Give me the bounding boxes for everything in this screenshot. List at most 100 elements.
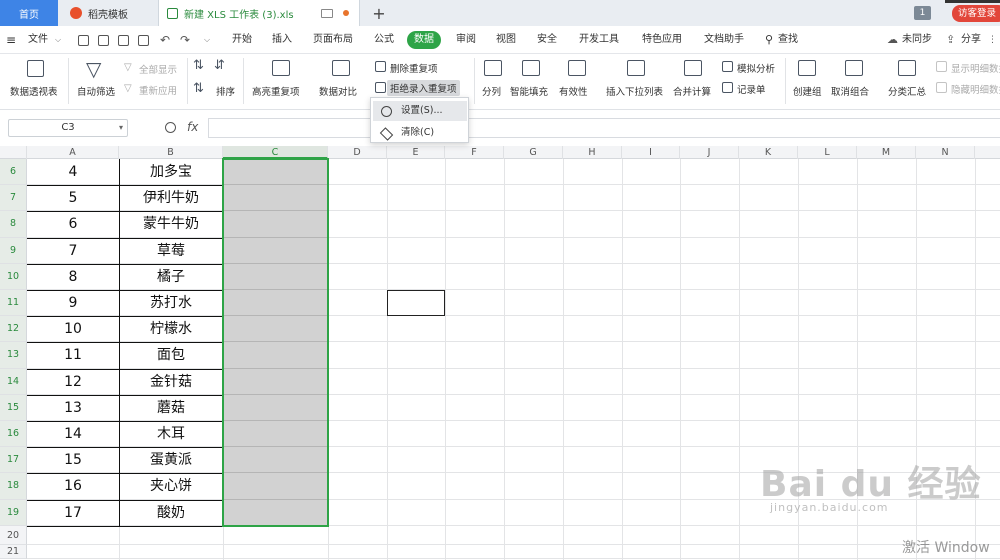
cell-a15[interactable]: 13 bbox=[27, 394, 120, 422]
row-header-6[interactable]: 6 bbox=[0, 159, 27, 186]
cell-a7[interactable]: 5 bbox=[27, 185, 120, 213]
cell-a10[interactable]: 8 bbox=[27, 263, 120, 291]
menu-security[interactable]: 安全 bbox=[537, 26, 557, 54]
row-header-14[interactable]: 14 bbox=[0, 368, 27, 395]
show-detail-button[interactable]: 显示明细数据 bbox=[951, 61, 1000, 75]
show-all-button[interactable]: 全部显示 bbox=[139, 62, 177, 76]
cell-b16[interactable]: 木耳 bbox=[119, 421, 224, 449]
hide-detail-button[interactable]: 隐藏明细数据 bbox=[951, 82, 1000, 96]
chevron-down-icon[interactable]: ⌵ bbox=[55, 26, 61, 54]
split-columns-button[interactable]: 分列 bbox=[482, 84, 501, 98]
cell-a14[interactable]: 12 bbox=[27, 368, 120, 396]
remove-duplicates-button[interactable]: 删除重复项 bbox=[390, 61, 438, 75]
undo-icon[interactable]: ↶ bbox=[160, 26, 170, 54]
share-icon[interactable]: ⇪ bbox=[946, 26, 955, 54]
menu-start[interactable]: 开始 bbox=[232, 26, 252, 54]
redo-icon[interactable]: ↷ bbox=[180, 26, 190, 54]
menu-page-layout[interactable]: 页面布局 bbox=[313, 26, 353, 54]
highlight-duplicates-button[interactable]: 高亮重复项 bbox=[252, 84, 300, 98]
cell-e11-outlined[interactable] bbox=[387, 290, 445, 317]
row-header-15[interactable]: 15 bbox=[0, 394, 27, 421]
subtotal-button[interactable]: 分类汇总 bbox=[888, 84, 926, 98]
sort-asc-icon[interactable]: ⇅ bbox=[193, 58, 204, 73]
export-icon[interactable] bbox=[98, 35, 109, 46]
menu-doc-assistant[interactable]: 文档助手 bbox=[704, 26, 744, 54]
cell-a6[interactable]: 4 bbox=[27, 159, 120, 187]
sync-status[interactable]: 未同步 bbox=[902, 26, 932, 54]
row-header-17[interactable]: 17 bbox=[0, 447, 27, 474]
quick-access-more-icon[interactable]: ⌵ bbox=[204, 26, 210, 54]
cloud-sync-icon[interactable]: ☁ bbox=[887, 26, 898, 54]
pivot-table-button[interactable]: 数据透视表 bbox=[10, 84, 58, 98]
row-header-9[interactable]: 9 bbox=[0, 237, 27, 264]
menu-view[interactable]: 视图 bbox=[496, 26, 516, 54]
dropdown-clear-item[interactable]: 清除(C) bbox=[373, 123, 467, 143]
row-header-8[interactable]: 8 bbox=[0, 211, 27, 238]
cell-a11[interactable]: 9 bbox=[27, 290, 120, 318]
visitor-login-button[interactable]: 访客登录 bbox=[952, 5, 1000, 22]
cell-b19[interactable]: 酸奶 bbox=[119, 499, 224, 527]
row-header-21[interactable]: 21 bbox=[0, 544, 27, 559]
dropdown-settings-item[interactable]: 设置(S)... bbox=[373, 101, 467, 121]
row-header-13[interactable]: 13 bbox=[0, 342, 27, 369]
formula-input[interactable] bbox=[208, 118, 1000, 138]
cell-b14[interactable]: 金针菇 bbox=[119, 368, 224, 396]
column-header-a[interactable]: A bbox=[27, 146, 119, 159]
create-group-button[interactable]: 创建组 bbox=[793, 84, 822, 98]
simulate-analysis-button[interactable]: 模拟分析 bbox=[737, 61, 775, 75]
menu-data[interactable]: 数据 bbox=[407, 31, 441, 49]
search-icon[interactable]: ⚲ bbox=[765, 26, 773, 54]
row-header-19[interactable]: 19 bbox=[0, 499, 27, 526]
sort-button[interactable]: 排序 bbox=[216, 84, 235, 98]
cell-b11[interactable]: 苏打水 bbox=[119, 290, 224, 318]
hamburger-icon[interactable]: ≡ bbox=[6, 26, 16, 54]
column-header-l[interactable]: L bbox=[798, 146, 857, 159]
column-header-d[interactable]: D bbox=[328, 146, 387, 159]
zoom-icon[interactable] bbox=[165, 122, 176, 133]
reapply-button[interactable]: 重新应用 bbox=[139, 83, 177, 97]
cell-a12[interactable]: 10 bbox=[27, 316, 120, 344]
cell-b13[interactable]: 面包 bbox=[119, 342, 224, 370]
cell-a8[interactable]: 6 bbox=[27, 211, 120, 239]
row-header-18[interactable]: 18 bbox=[0, 473, 27, 500]
fx-button[interactable]: fx bbox=[187, 120, 198, 134]
menu-developer[interactable]: 开发工具 bbox=[579, 26, 619, 54]
sort-desc-icon[interactable]: ⇵ bbox=[214, 58, 225, 73]
cell-b8[interactable]: 蒙牛牛奶 bbox=[119, 211, 224, 239]
tab-home[interactable]: 首页 bbox=[0, 0, 58, 26]
cell-b18[interactable]: 夹心饼 bbox=[119, 473, 224, 501]
ungroup-button[interactable]: 取消组合 bbox=[831, 84, 869, 98]
menu-search[interactable]: 查找 bbox=[778, 26, 798, 54]
cell-b17[interactable]: 蛋黄派 bbox=[119, 447, 224, 475]
cell-b12[interactable]: 柠檬水 bbox=[119, 316, 224, 344]
autofilter-button[interactable]: 自动筛选 bbox=[77, 84, 115, 98]
cell-b15[interactable]: 蘑菇 bbox=[119, 394, 224, 422]
validity-button[interactable]: 有效性 bbox=[559, 84, 588, 98]
column-header-b[interactable]: B bbox=[119, 146, 223, 159]
select-all-corner[interactable] bbox=[0, 146, 27, 159]
column-header-g[interactable]: G bbox=[504, 146, 563, 159]
cell-a13[interactable]: 11 bbox=[27, 342, 120, 370]
row-header-10[interactable]: 10 bbox=[0, 263, 27, 290]
print-icon[interactable] bbox=[118, 35, 129, 46]
cell-b7[interactable]: 伊利牛奶 bbox=[119, 185, 224, 213]
more-icon[interactable]: ⋮ bbox=[988, 26, 997, 54]
spreadsheet-grid[interactable]: ABCDEFGHIJKLMN 6 7 8 9 10 11 12 13 14 15 16 17 18 19 2… bbox=[0, 146, 1000, 560]
cell-b9[interactable]: 草莓 bbox=[119, 237, 224, 265]
row-header-7[interactable]: 7 bbox=[0, 185, 27, 212]
column-header-k[interactable]: K bbox=[739, 146, 798, 159]
column-header-i[interactable]: I bbox=[622, 146, 680, 159]
column-header-n[interactable]: N bbox=[916, 146, 975, 159]
row-header-16[interactable]: 16 bbox=[0, 421, 27, 448]
menu-file[interactable]: 文件 bbox=[28, 26, 48, 54]
column-header-m[interactable]: M bbox=[857, 146, 916, 159]
column-header-h[interactable]: H bbox=[563, 146, 622, 159]
row-header-12[interactable]: 12 bbox=[0, 316, 27, 343]
menu-insert[interactable]: 插入 bbox=[272, 26, 292, 54]
tab-current-file[interactable]: 新建 XLS 工作表 (3).xls bbox=[158, 0, 360, 26]
name-box[interactable]: C3 ▾ bbox=[8, 119, 128, 137]
monitor-icon[interactable] bbox=[321, 8, 333, 18]
cell-a18[interactable]: 16 bbox=[27, 473, 120, 501]
row-header-11[interactable]: 11 bbox=[0, 290, 27, 317]
new-tab-button[interactable]: + bbox=[368, 0, 390, 26]
